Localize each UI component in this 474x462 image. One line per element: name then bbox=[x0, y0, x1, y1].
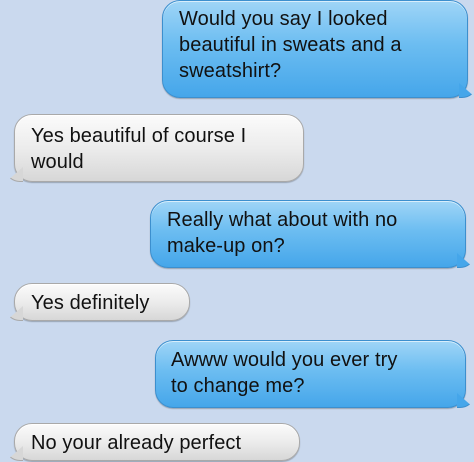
message-text: Awww would you ever try to change me? bbox=[171, 349, 398, 397]
sent-message-bubble[interactable]: Really what about with no make-up on? bbox=[150, 200, 466, 268]
message-text: Yes definitely bbox=[31, 292, 150, 314]
received-message-bubble[interactable]: No your already perfect bbox=[14, 423, 300, 461]
message-thread: Would you say I looked beautiful in swea… bbox=[0, 0, 474, 462]
received-message-bubble[interactable]: Yes definitely bbox=[14, 283, 190, 321]
message-text: No your already perfect bbox=[31, 432, 242, 454]
message-text: Really what about with no make-up on? bbox=[167, 209, 398, 257]
message-text: Yes beautiful of course I would bbox=[31, 125, 247, 173]
sent-message-bubble[interactable]: Would you say I looked beautiful in swea… bbox=[162, 0, 468, 98]
message-text: Would you say I looked beautiful in swea… bbox=[179, 8, 402, 82]
received-message-bubble[interactable]: Yes beautiful of course I would bbox=[14, 114, 304, 182]
sent-message-bubble[interactable]: Awww would you ever try to change me? bbox=[155, 340, 466, 408]
